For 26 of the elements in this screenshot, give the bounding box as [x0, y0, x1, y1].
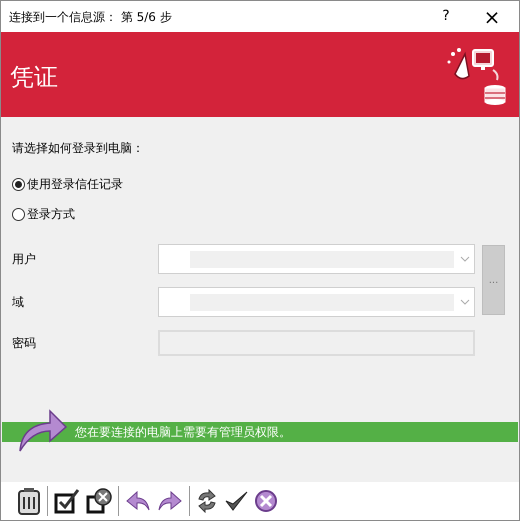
prompt-text: 请选择如何登录到电脑：	[12, 140, 145, 157]
close-button[interactable]: ×	[469, 1, 515, 32]
cancel-icon[interactable]	[254, 489, 278, 513]
cancel-box-icon[interactable]	[86, 488, 112, 514]
radio-button[interactable]	[12, 208, 25, 220]
radio-button[interactable]	[12, 178, 25, 190]
dropdown-field[interactable]	[158, 244, 475, 274]
trash-icon[interactable]	[17, 487, 41, 515]
dropdown-field[interactable]	[158, 287, 475, 317]
refresh-icon[interactable]	[196, 489, 218, 513]
redo-icon[interactable]	[157, 490, 183, 512]
page-title: 凭证	[10, 62, 58, 92]
checkmark-icon[interactable]	[224, 490, 248, 512]
help-button[interactable]: ?	[423, 1, 469, 32]
arrow-icon	[18, 409, 68, 452]
field-label: 用户	[12, 251, 37, 268]
admin-notice: 您在要连接的电脑上需要有管理员权限。	[75, 424, 291, 441]
chevron-down-icon	[460, 299, 470, 305]
field-label: 域	[12, 294, 25, 311]
undo-icon[interactable]	[125, 490, 151, 512]
option-label[interactable]: 登录方式	[27, 205, 75, 223]
chevron-down-icon	[460, 256, 470, 262]
window-title: 连接到一个信息源： 第 5/6 步	[9, 8, 172, 26]
checkbox-icon[interactable]	[54, 488, 80, 514]
field-label: 密码	[12, 335, 37, 352]
option-label[interactable]: 使用登录信任记录	[27, 175, 123, 193]
